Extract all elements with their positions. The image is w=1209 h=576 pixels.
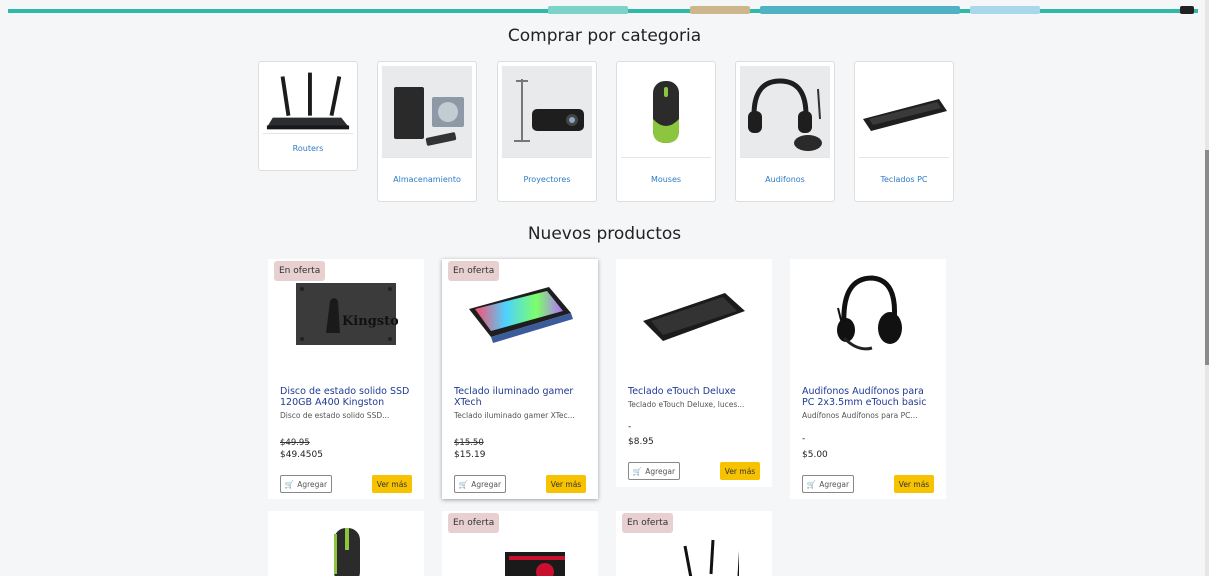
product-title[interactable]: Teclado iluminado gamer XTech <box>454 386 590 408</box>
product-card[interactable] <box>268 511 424 576</box>
product-description: Teclado iluminado gamer XTec... <box>454 411 575 420</box>
hero-banner-bottom <box>0 0 1209 14</box>
keyboard-icon <box>859 66 949 158</box>
product-image-keyboard <box>616 259 772 369</box>
product-image-headset <box>790 259 946 369</box>
banner-image-fragment <box>548 6 628 14</box>
category-label[interactable]: Mouses <box>617 175 715 184</box>
sale-badge: En oferta <box>448 513 500 533</box>
category-card-teclados-pc[interactable]: Teclados PC <box>854 61 954 202</box>
product-card[interactable]: En oferta <box>442 511 598 576</box>
sale-badge: En oferta <box>622 513 674 533</box>
banner-image-fragment <box>1180 6 1194 14</box>
price: $49.4505 <box>280 450 323 460</box>
category-label[interactable]: Routers <box>259 144 357 153</box>
product-card[interactable]: Audifonos Audífonos para PC 2x3.5mm eTou… <box>790 259 946 499</box>
product-card[interactable]: Kingston En oferta Disco de estado solid… <box>268 259 424 499</box>
old-price-placeholder: - <box>802 434 806 444</box>
see-more-button[interactable]: Ver más <box>720 462 760 480</box>
old-price-placeholder: - <box>628 422 632 432</box>
cart-icon: 🛒 <box>284 479 295 489</box>
products-heading: Nuevos productos <box>527 224 682 244</box>
add-to-cart-button[interactable]: 🛒 Agregar <box>628 462 680 480</box>
product-title[interactable]: Disco de estado solido SSD 120GB A400 Ki… <box>280 386 416 408</box>
product-description: Audífonos Audífonos para PC... <box>802 411 918 420</box>
see-more-button[interactable]: Ver más <box>372 475 412 493</box>
add-to-cart-button[interactable]: 🛒 Agregar <box>280 475 332 493</box>
add-to-cart-button[interactable]: 🛒 Agregar <box>802 475 854 493</box>
headphones-icon <box>740 66 830 158</box>
sale-badge: En oferta <box>448 261 500 281</box>
price: $5.00 <box>802 450 828 460</box>
price: $8.95 <box>628 437 654 447</box>
category-label[interactable]: Audifonos <box>736 175 834 184</box>
category-card-mouses[interactable]: Mouses <box>616 61 716 202</box>
cart-icon: 🛒 <box>632 466 643 476</box>
category-label[interactable]: Proyectores <box>498 175 596 184</box>
add-label: Agregar <box>297 479 328 489</box>
product-card[interactable]: En oferta Teclado iluminado gamer XTech … <box>442 259 598 499</box>
category-card-audifonos[interactable]: Audifonos <box>735 61 835 202</box>
product-description: Disco de estado solido SSD... <box>280 411 390 420</box>
old-price: $15.50 <box>454 438 484 448</box>
product-card[interactable]: Teclado eTouch Deluxe Teclado eTouch Del… <box>616 259 772 487</box>
projector-icon <box>502 66 592 158</box>
price: $15.19 <box>454 450 486 460</box>
category-label[interactable]: Teclados PC <box>855 175 953 184</box>
add-to-cart-button[interactable]: 🛒 Agregar <box>454 475 506 493</box>
mouse-icon <box>621 66 711 158</box>
see-more-button[interactable]: Ver más <box>546 475 586 493</box>
router-icon <box>263 66 353 134</box>
banner-image-fragment <box>970 6 1040 14</box>
categories-heading: Comprar por categoria <box>507 26 702 46</box>
add-label: Agregar <box>645 466 676 476</box>
product-title[interactable]: Teclado eTouch Deluxe <box>628 386 764 397</box>
banner-image-fragment <box>760 6 960 14</box>
category-label[interactable]: Almacenamiento <box>378 175 476 184</box>
product-description: Teclado eTouch Deluxe, luces... <box>628 400 745 409</box>
category-card-proyectores[interactable]: Proyectores <box>497 61 597 202</box>
scrollbar-thumb[interactable] <box>1205 150 1209 365</box>
category-card-almacenamiento[interactable]: Almacenamiento <box>377 61 477 202</box>
product-image-mouse <box>268 511 424 576</box>
storage-icon <box>382 66 472 158</box>
see-more-button[interactable]: Ver más <box>894 475 934 493</box>
add-label: Agregar <box>471 479 502 489</box>
sale-badge: En oferta <box>274 261 326 281</box>
product-card[interactable]: En oferta <box>616 511 772 576</box>
brand-logo-text: Kingston <box>342 314 398 329</box>
cart-icon: 🛒 <box>458 479 469 489</box>
banner-image-fragment <box>690 6 750 14</box>
category-card-routers[interactable]: Routers <box>258 61 358 171</box>
old-price: $49.95 <box>280 438 310 448</box>
add-label: Agregar <box>819 479 850 489</box>
product-title[interactable]: Audifonos Audífonos para PC 2x3.5mm eTou… <box>802 386 938 408</box>
cart-icon: 🛒 <box>806 479 817 489</box>
